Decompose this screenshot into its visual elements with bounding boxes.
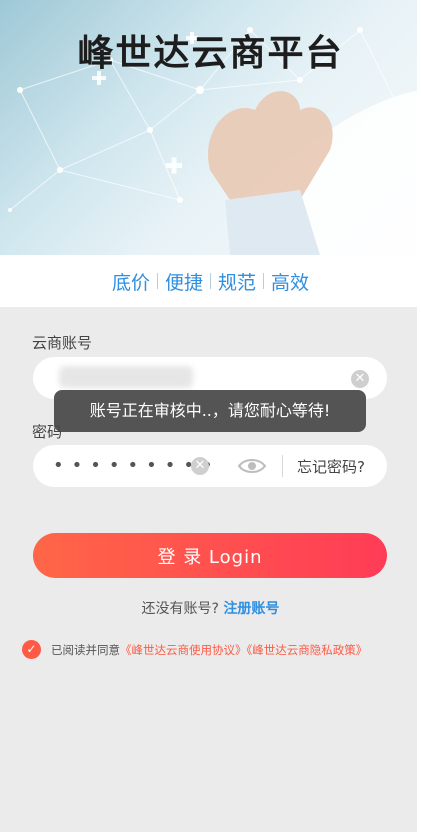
forgot-password-link[interactable]: 忘记密码? [297,456,365,477]
slogan-item: 便捷 [164,271,203,294]
slogan-item: 底价 [111,271,150,294]
account-value-redacted [59,366,193,388]
slogan-item: 规范 [218,271,257,294]
app-title: 峰世达云商平台 [77,33,344,74]
slogan-divider [263,273,265,289]
hero-banner: 峰世达云商平台 [0,0,421,255]
terms-link[interactable]: 《峰世达云商使用协议》 [120,643,247,657]
agreement-prefix: 已阅读并同意 [51,642,120,657]
slogan-divider [156,273,158,289]
privacy-link[interactable]: 《峰世达云商隐私政策》 [247,643,368,657]
agreement-row: ✓ 已阅读并同意《峰世达云商使用协议》《峰世达云商隐私政策》 [22,640,367,659]
register-link[interactable]: 注册账号 [223,601,279,617]
password-input[interactable]: ••••••••• ✕ 忘记密码? [33,445,387,487]
checkbox-checked-icon[interactable]: ✓ [22,640,41,659]
clear-icon[interactable]: ✕ [351,370,369,388]
register-prompt: 还没有账号? [141,601,219,617]
register-line: 还没有账号? 注册账号 [0,598,421,618]
clear-icon[interactable]: ✕ [191,457,209,475]
slogan-divider [210,273,211,289]
slogan-bar: 底价 便捷 规范 高效 [0,255,421,307]
slogan-item: 高效 [271,271,310,294]
toast-message: 账号正在审核中..，请您耐心等待! [54,390,366,432]
field-divider [282,455,283,477]
eye-icon[interactable] [237,457,267,475]
login-button[interactable]: 登 录 Login [33,533,387,578]
account-label: 云商账号 [32,334,93,352]
screen-edge [417,0,421,832]
